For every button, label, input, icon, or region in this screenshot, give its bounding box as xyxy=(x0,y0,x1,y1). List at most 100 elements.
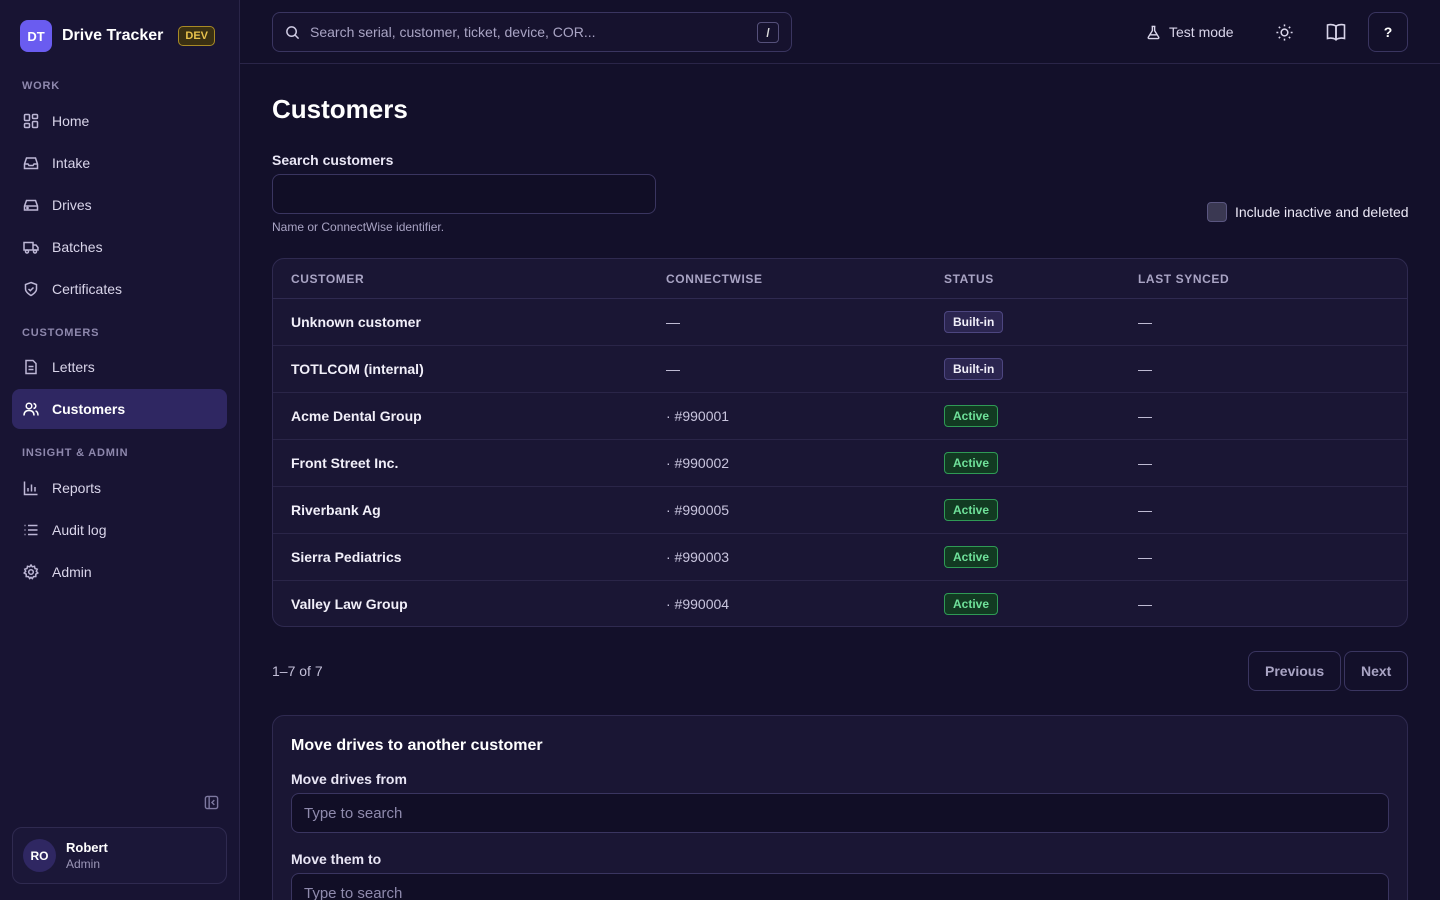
status-badge: Active xyxy=(944,452,999,474)
test-mode-toggle[interactable]: Test mode xyxy=(1146,20,1234,44)
help-button[interactable]: ? xyxy=(1368,12,1408,52)
test-mode-label: Test mode xyxy=(1169,24,1234,40)
sidebar-item-reports[interactable]: Reports xyxy=(12,468,227,508)
truck-icon xyxy=(22,238,40,256)
flask-icon xyxy=(1146,25,1161,40)
user-menu[interactable]: RO Robert Admin xyxy=(12,827,227,884)
last-synced: — xyxy=(1138,596,1152,612)
customer-name[interactable]: Riverbank Ag xyxy=(291,502,381,518)
table-header: CUSTOMER CONNECTWISE STATUS LAST SYNCED xyxy=(273,259,1407,299)
status-badge: Built-in xyxy=(944,358,1004,380)
connectwise-id: · #990001 xyxy=(666,408,730,424)
customer-name[interactable]: Sierra Pediatrics xyxy=(291,549,402,565)
last-synced: — xyxy=(1138,408,1152,424)
brand[interactable]: DT Drive Tracker DEV xyxy=(20,20,216,52)
topbar: / Test mode ? xyxy=(240,0,1440,64)
section-label-insight-admin: INSIGHT & ADMIN xyxy=(22,447,129,459)
status-badge: Active xyxy=(944,499,999,521)
column-header-status[interactable]: STATUS xyxy=(944,272,994,286)
table-row[interactable]: Riverbank Ag · #990005 Active — xyxy=(273,487,1407,534)
customers-table: CUSTOMER CONNECTWISE STATUS LAST SYNCED … xyxy=(272,258,1408,627)
table-row[interactable]: Front Street Inc. · #990002 Active — xyxy=(273,440,1407,487)
last-synced: — xyxy=(1138,502,1152,518)
grid-icon xyxy=(22,112,40,130)
bar-chart-icon xyxy=(22,479,40,497)
table-row[interactable]: TOTLCOM (internal) — Built-in — xyxy=(273,346,1407,393)
search-customers-input[interactable] xyxy=(272,174,656,214)
connectwise-id: · #990005 xyxy=(666,502,730,518)
sidebar-item-home[interactable]: Home xyxy=(12,101,227,141)
collapse-sidebar-icon[interactable] xyxy=(202,793,220,811)
sidebar-item-admin[interactable]: Admin xyxy=(12,552,227,592)
last-synced: — xyxy=(1138,455,1152,471)
customer-name[interactable]: Valley Law Group xyxy=(291,596,408,612)
sidebar-item-label: Audit log xyxy=(52,522,107,538)
customer-name[interactable]: Front Street Inc. xyxy=(291,455,398,471)
move-from-label: Move drives from xyxy=(291,771,407,787)
sidebar-item-label: Intake xyxy=(52,155,91,171)
include-inactive-label: Include inactive and deleted xyxy=(1235,204,1409,220)
users-icon xyxy=(22,400,40,418)
sidebar-item-label: Letters xyxy=(52,359,95,375)
sidebar-item-label: Customers xyxy=(52,401,126,417)
section-label-customers: CUSTOMERS xyxy=(22,327,100,339)
table-row[interactable]: Acme Dental Group · #990001 Active — xyxy=(273,393,1407,440)
table-row[interactable]: Unknown customer — Built-in — xyxy=(273,299,1407,346)
previous-page-button[interactable]: Previous xyxy=(1248,651,1342,691)
move-to-label: Move them to xyxy=(291,851,382,867)
customer-name[interactable]: TOTLCOM (internal) xyxy=(291,361,424,377)
sidebar-item-certificates[interactable]: Certificates xyxy=(12,269,227,309)
customer-name[interactable]: Acme Dental Group xyxy=(291,408,422,424)
include-inactive-checkbox[interactable] xyxy=(1207,202,1227,222)
global-search-input[interactable] xyxy=(310,24,740,40)
docs-book-icon[interactable] xyxy=(1324,20,1348,44)
shield-check-icon xyxy=(22,280,40,298)
move-drives-card: Move drives to another customer Move dri… xyxy=(272,715,1408,900)
column-header-customer[interactable]: CUSTOMER xyxy=(291,272,364,286)
sidebar-item-customers[interactable]: Customers xyxy=(12,389,227,429)
status-badge: Active xyxy=(944,593,999,615)
brand-name: Drive Tracker xyxy=(62,27,164,44)
table-row[interactable]: Sierra Pediatrics · #990003 Active — xyxy=(273,534,1407,581)
user-role: Admin xyxy=(66,857,101,871)
page-title: Customers xyxy=(272,94,408,124)
sidebar-item-drives[interactable]: Drives xyxy=(12,185,227,225)
env-badge: DEV xyxy=(178,26,216,46)
hard-drive-icon xyxy=(22,196,40,214)
customer-name[interactable]: Unknown customer xyxy=(291,314,421,330)
search-customers-help: Name or ConnectWise identifier. xyxy=(272,220,445,234)
sidebar-item-batches[interactable]: Batches xyxy=(12,227,227,267)
document-icon xyxy=(22,358,40,376)
column-header-connectwise[interactable]: CONNECTWISE xyxy=(666,272,763,286)
theme-toggle-sun-icon[interactable] xyxy=(1272,20,1296,44)
sidebar-item-label: Admin xyxy=(52,564,92,580)
sidebar-item-label: Reports xyxy=(52,480,102,496)
connectwise-id: · #990003 xyxy=(666,549,730,565)
status-badge: Active xyxy=(944,405,999,427)
pagination-summary: 1–7 of 7 xyxy=(272,663,323,679)
status-badge: Built-in xyxy=(944,311,1004,333)
last-synced: — xyxy=(1138,314,1152,330)
column-header-last-synced[interactable]: LAST SYNCED xyxy=(1138,272,1229,286)
search-shortcut-key: / xyxy=(757,22,779,43)
sidebar-item-intake[interactable]: Intake xyxy=(12,143,227,183)
user-name: Robert xyxy=(66,840,108,855)
connectwise-id: — xyxy=(666,361,680,377)
sidebar-item-letters[interactable]: Letters xyxy=(12,347,227,387)
sidebar-item-audit-log[interactable]: Audit log xyxy=(12,510,227,550)
connectwise-id: · #990004 xyxy=(666,596,730,612)
list-icon xyxy=(22,521,40,539)
sidebar-item-label: Drives xyxy=(52,197,92,213)
move-from-input[interactable] xyxy=(291,793,1389,833)
inbox-icon xyxy=(22,154,40,172)
next-page-button[interactable]: Next xyxy=(1344,651,1409,691)
move-to-input[interactable] xyxy=(291,873,1389,900)
global-search[interactable]: / xyxy=(272,12,792,52)
table-row[interactable]: Valley Law Group · #990004 Active — xyxy=(273,581,1407,626)
status-badge: Active xyxy=(944,546,999,568)
sidebar-item-label: Certificates xyxy=(52,281,123,297)
include-inactive-toggle[interactable]: Include inactive and deleted xyxy=(1207,202,1409,222)
last-synced: — xyxy=(1138,549,1152,565)
connectwise-id: · #990002 xyxy=(666,455,730,471)
user-info: Robert Admin xyxy=(66,840,108,871)
